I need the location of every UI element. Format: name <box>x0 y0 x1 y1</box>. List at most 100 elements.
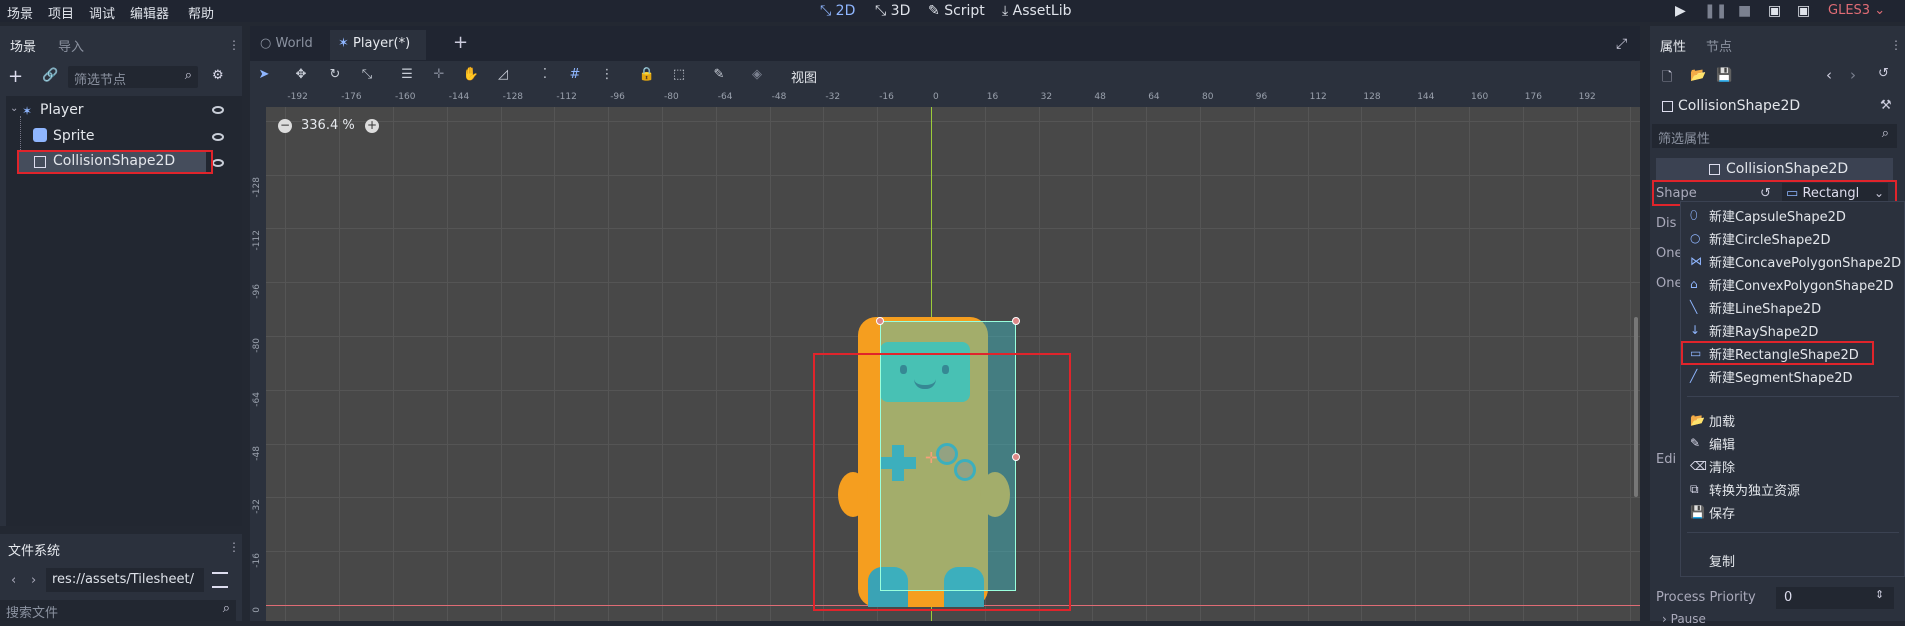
menu-item-new-ray[interactable]: 新建RayShape2D <box>1709 321 1818 340</box>
open-icon[interactable]: 📂 <box>1690 68 1706 83</box>
history-icon[interactable]: ↺ <box>1878 66 1889 81</box>
workspace-assetlib-button[interactable]: ⤓ AssetLib <box>1002 3 1071 19</box>
dock-menu-icon[interactable]: ⋮ <box>228 540 240 554</box>
tab-player[interactable]: ✶ Player(*) <box>330 30 426 60</box>
filter-properties-input[interactable]: 筛选属性 ⌕ <box>1652 124 1897 148</box>
node-sprite[interactable]: Sprite <box>53 128 95 144</box>
dock-menu-icon[interactable]: ⋮ <box>228 38 240 52</box>
zoom-level[interactable]: 336.4 % <box>301 118 355 133</box>
menu-item-new-capsule[interactable]: 新建CapsuleShape2D <box>1709 206 1846 225</box>
scale-tool-icon[interactable]: ⤡ <box>358 67 376 85</box>
menu-item-copy[interactable]: 复制 <box>1709 551 1735 570</box>
link-icon[interactable]: 🔗 <box>42 68 58 83</box>
menu-item-new-convex[interactable]: 新建ConvexPolygonShape2D <box>1709 275 1894 294</box>
collapse-icon[interactable]: ⌄ <box>10 103 18 114</box>
menu-item-load[interactable]: 加载 <box>1709 411 1735 430</box>
camera-icon[interactable]: ◈ <box>748 67 766 85</box>
move-tool-icon[interactable]: ✥ <box>292 67 310 85</box>
forward-icon[interactable]: › <box>31 573 36 588</box>
visibility-eye-icon[interactable] <box>212 106 224 114</box>
grid-line <box>339 107 341 621</box>
add-tab-icon[interactable]: + <box>453 32 468 53</box>
select-tool-icon[interactable]: ➤ <box>255 67 273 85</box>
play-icon[interactable]: ▶ <box>1675 3 1686 19</box>
renderer-select[interactable]: GLES3 ⌄ <box>1828 3 1885 18</box>
tab-inspector[interactable]: 属性 <box>1654 36 1692 58</box>
menu-project[interactable]: 项目 <box>48 3 74 22</box>
grid-snap-icon[interactable]: # <box>566 67 584 85</box>
tab-import[interactable]: 导入 <box>52 36 90 58</box>
menu-item-new-circle[interactable]: 新建CircleShape2D <box>1709 229 1831 248</box>
tab-node[interactable]: 节点 <box>1700 36 1738 58</box>
ruler-tool-icon[interactable]: ◿ <box>494 67 512 85</box>
group-icon[interactable]: ⬚ <box>670 67 688 85</box>
pause-icon[interactable]: ❚❚ <box>1704 3 1727 19</box>
play-scene-icon[interactable]: ▣ <box>1768 3 1781 19</box>
snap-options-icon[interactable]: ⋮ <box>598 67 616 85</box>
pivot-tool-icon[interactable]: ✛ <box>430 67 448 85</box>
tab-world[interactable]: ○ World <box>252 30 328 58</box>
ruler-tick-label: 48 <box>1094 92 1106 102</box>
list-select-icon[interactable]: ☰ <box>398 67 416 85</box>
workspace-2d-button[interactable]: ⤡ 2D <box>820 3 855 19</box>
menu-item-edit[interactable]: 编辑 <box>1709 434 1735 453</box>
history-back-icon[interactable]: ‹ <box>1826 66 1832 84</box>
scene-options-icon[interactable]: ⚙ <box>212 68 224 83</box>
menu-item-make-unique[interactable]: 转换为独立资源 <box>1709 480 1800 499</box>
visibility-eye-icon[interactable] <box>212 133 224 141</box>
workspace-script-button[interactable]: ✎ Script <box>928 3 985 19</box>
menu-scene[interactable]: 场景 <box>7 3 33 22</box>
menu-item-new-line[interactable]: 新建LineShape2D <box>1709 298 1821 317</box>
dock-menu-icon[interactable]: ⋮ <box>1890 38 1902 52</box>
add-node-icon[interactable]: + <box>8 66 23 87</box>
highlight-box <box>813 353 1071 611</box>
menu-item-save[interactable]: 保存 <box>1709 503 1735 522</box>
vertical-scrollbar[interactable] <box>1634 317 1638 497</box>
object-properties-icon[interactable]: ⚒ <box>1880 98 1892 113</box>
ruler-tick-label: 0 <box>933 92 939 102</box>
save-icon[interactable]: 💾 <box>1716 68 1732 83</box>
menu-item-new-concave[interactable]: 新建ConcavePolygonShape2D <box>1709 252 1901 271</box>
ruler-tick-label: -64 <box>717 92 733 102</box>
search-files-input[interactable]: 搜索文件 ⌕ <box>0 600 236 621</box>
lock-icon[interactable]: 🔒 <box>638 67 656 85</box>
grid-line <box>1146 107 1148 621</box>
circle-icon: ○ <box>1690 231 1701 245</box>
smart-snap-icon[interactable]: ⁚ <box>536 67 554 85</box>
distraction-free-icon[interactable]: ⤢ <box>1616 36 1627 52</box>
resize-handle[interactable] <box>876 317 884 325</box>
bone-icon[interactable]: ✎ <box>710 67 728 85</box>
play-custom-scene-icon[interactable]: ▣ <box>1797 3 1810 19</box>
visibility-eye-icon[interactable] <box>212 159 224 167</box>
pause-section[interactable]: › Pause <box>1662 612 1706 626</box>
back-icon[interactable]: ‹ <box>11 573 16 588</box>
view-menu[interactable]: 视图 <box>791 67 817 86</box>
tab-filesystem[interactable]: 文件系统 <box>0 536 72 560</box>
search-icon: ⌕ <box>1881 126 1889 141</box>
menu-item-new-segment[interactable]: 新建SegmentShape2D <box>1709 367 1853 386</box>
viewport[interactable]: ✛ − 336.4 % + <box>266 107 1640 621</box>
menu-editor[interactable]: 编辑器 <box>130 3 169 22</box>
grid-line <box>1361 107 1363 621</box>
spinner-icon[interactable]: ⇕ <box>1875 588 1884 601</box>
new-resource-icon[interactable]: 🗋 <box>1662 68 1672 90</box>
ruler-tick-label: 0 <box>252 607 262 613</box>
rotate-tool-icon[interactable]: ↻ <box>326 67 344 85</box>
path-field[interactable]: res://assets/Tilesheet/ <box>46 568 204 592</box>
stop-icon[interactable]: ■ <box>1738 3 1751 19</box>
grid-line <box>662 107 663 621</box>
menu-help[interactable]: 帮助 <box>188 3 214 22</box>
pan-tool-icon[interactable]: ✋ <box>462 67 480 85</box>
zoom-in-icon[interactable]: + <box>365 119 379 133</box>
filter-nodes-input[interactable]: 筛选节点 ⌕ <box>68 66 198 88</box>
menu-item-clear[interactable]: 清除 <box>1709 457 1735 476</box>
zoom-out-icon[interactable]: − <box>278 119 292 133</box>
tab-scene[interactable]: 场景 <box>4 36 42 58</box>
menu-debug[interactable]: 调试 <box>89 3 115 22</box>
workspace-3d-button[interactable]: ⤡ 3D <box>875 3 910 19</box>
resize-handle[interactable] <box>1012 317 1020 325</box>
make-unique-icon: ⧉ <box>1690 482 1699 496</box>
history-forward-icon[interactable]: › <box>1850 66 1856 84</box>
node-player[interactable]: Player <box>40 102 84 118</box>
view-mode-icon[interactable] <box>212 572 228 588</box>
